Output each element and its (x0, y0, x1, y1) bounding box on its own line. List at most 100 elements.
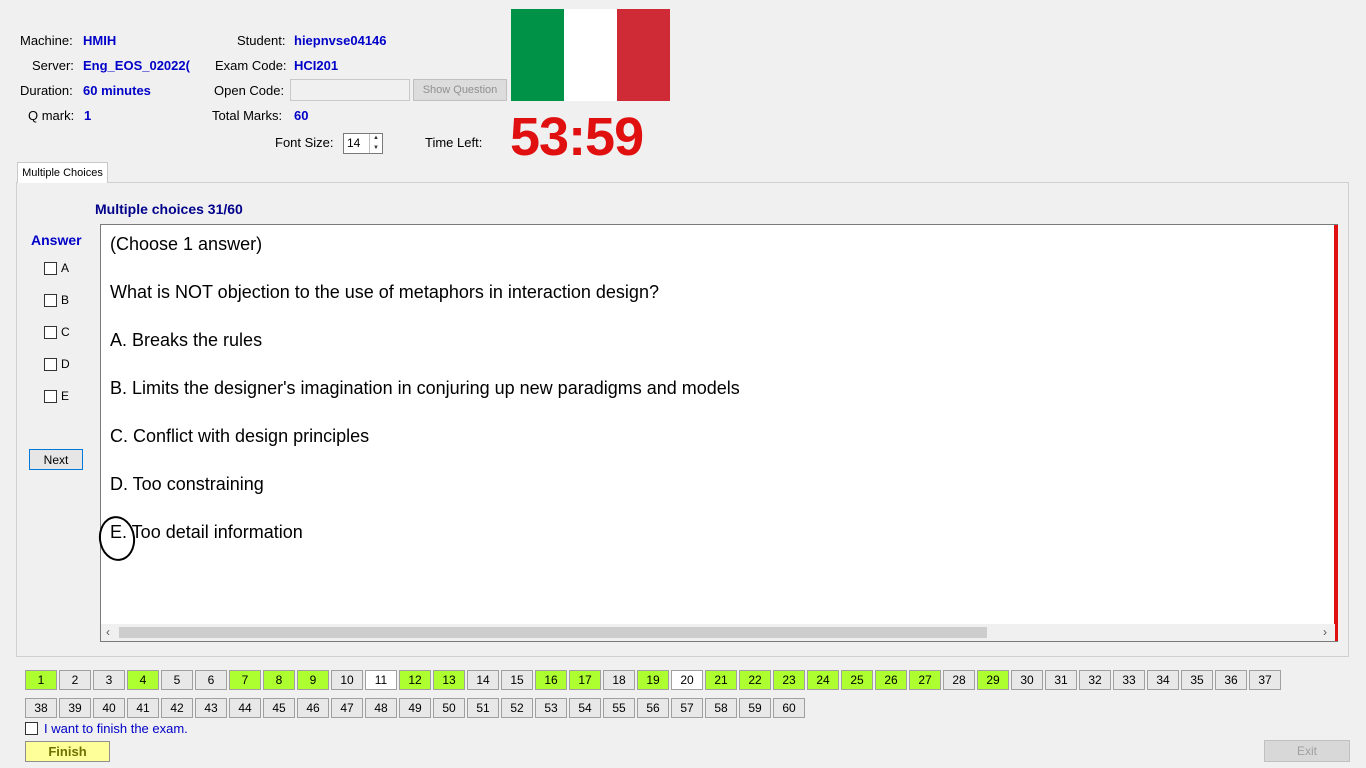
question-nav-button[interactable]: 41 (127, 698, 159, 718)
question-nav-button[interactable]: 27 (909, 670, 941, 690)
question-nav-button[interactable]: 35 (1181, 670, 1213, 690)
question-nav-button[interactable]: 28 (943, 670, 975, 690)
horizontal-scrollbar[interactable]: ‹ › (101, 624, 1335, 641)
question-nav-button[interactable]: 39 (59, 698, 91, 718)
question-nav-button[interactable]: 9 (297, 670, 329, 690)
answer-checkbox[interactable] (44, 293, 57, 307)
question-nav-button[interactable]: 4 (127, 670, 159, 690)
question-nav-button[interactable]: 22 (739, 670, 771, 690)
question-nav-button[interactable]: 14 (467, 670, 499, 690)
question-nav-button[interactable]: 13 (433, 670, 465, 690)
question-nav-button[interactable]: 20 (671, 670, 703, 690)
student-value: hiepnvse04146 (294, 33, 387, 48)
question-nav-button[interactable]: 18 (603, 670, 635, 690)
question-nav-button[interactable]: 58 (705, 698, 737, 718)
finish-confirm[interactable]: I want to finish the exam. (25, 721, 188, 736)
answer-choice-b[interactable]: B (44, 293, 69, 307)
question-nav-button[interactable]: 7 (229, 670, 261, 690)
question-nav-button[interactable]: 57 (671, 698, 703, 718)
option-e: E. Too detail information (110, 522, 303, 542)
question-nav-button[interactable]: 59 (739, 698, 771, 718)
question-nav-button[interactable]: 40 (93, 698, 125, 718)
question-nav-button[interactable]: 6 (195, 670, 227, 690)
question-nav-button[interactable]: 33 (1113, 670, 1145, 690)
question-nav-button[interactable]: 2 (59, 670, 91, 690)
qmark-label: Q mark: (28, 108, 75, 123)
question-nav-button[interactable]: 38 (25, 698, 57, 718)
question-nav-button[interactable]: 46 (297, 698, 329, 718)
question-nav-button[interactable]: 11 (365, 670, 397, 690)
scroll-left-icon[interactable]: ‹ (106, 625, 110, 639)
total-marks-label: Total Marks: (212, 108, 283, 123)
question-nav-button[interactable]: 32 (1079, 670, 1111, 690)
question-nav-button[interactable]: 5 (161, 670, 193, 690)
open-code-input[interactable] (290, 79, 410, 101)
question-nav-button[interactable]: 10 (331, 670, 363, 690)
question-nav-button[interactable]: 47 (331, 698, 363, 718)
duration-value: 60 minutes (83, 83, 151, 98)
question-nav-button[interactable]: 34 (1147, 670, 1179, 690)
font-size-label: Font Size: (275, 135, 334, 150)
question-nav-button[interactable]: 16 (535, 670, 567, 690)
exam-code-value: HCI201 (294, 58, 339, 73)
question-nav-button[interactable]: 56 (637, 698, 669, 718)
scroll-right-icon[interactable]: › (1323, 625, 1327, 639)
question-nav-button[interactable]: 26 (875, 670, 907, 690)
answer-checkbox[interactable] (44, 325, 57, 339)
stepper-down-icon[interactable]: ▼ (370, 144, 382, 154)
question-nav-button[interactable]: 42 (161, 698, 193, 718)
stepper-up-icon[interactable]: ▲ (370, 134, 382, 144)
finish-confirm-checkbox[interactable] (25, 722, 38, 735)
question-nav-button[interactable]: 36 (1215, 670, 1247, 690)
question-nav-button[interactable]: 15 (501, 670, 533, 690)
question-nav-button[interactable]: 24 (807, 670, 839, 690)
question-nav-button[interactable]: 52 (501, 698, 533, 718)
question-counter: Multiple choices 31/60 (95, 201, 243, 217)
answer-choice-label: B (61, 293, 70, 307)
question-nav-button[interactable]: 54 (569, 698, 601, 718)
question-nav-button[interactable]: 51 (467, 698, 499, 718)
flag-stripe-red (617, 9, 670, 101)
question-nav-button[interactable]: 37 (1249, 670, 1281, 690)
question-nav-button[interactable]: 44 (229, 698, 261, 718)
question-nav-button[interactable]: 53 (535, 698, 567, 718)
question-nav-button[interactable]: 25 (841, 670, 873, 690)
font-size-stepper[interactable]: 14 ▲ ▼ (343, 133, 383, 154)
answer-title: Answer (31, 232, 82, 248)
question-nav-button[interactable]: 12 (399, 670, 431, 690)
answer-choice-d[interactable]: D (44, 357, 70, 371)
question-nav-button[interactable]: 60 (773, 698, 805, 718)
font-size-value[interactable]: 14 (344, 134, 369, 153)
answer-checkbox[interactable] (44, 389, 57, 403)
question-text-area[interactable]: (Choose 1 answer) What is NOT objection … (100, 224, 1338, 642)
question-nav-button[interactable]: 29 (977, 670, 1009, 690)
answer-checkbox[interactable] (44, 261, 57, 275)
question-nav-button[interactable]: 31 (1045, 670, 1077, 690)
question-nav-button[interactable]: 43 (195, 698, 227, 718)
question-nav-button[interactable]: 49 (399, 698, 431, 718)
question-nav-button[interactable]: 19 (637, 670, 669, 690)
question-nav-button[interactable]: 8 (263, 670, 295, 690)
question-nav-button[interactable]: 55 (603, 698, 635, 718)
finish-button[interactable]: Finish (25, 741, 110, 762)
exit-button[interactable]: Exit (1264, 740, 1350, 762)
question-nav-button[interactable]: 50 (433, 698, 465, 718)
question-nav-button[interactable]: 21 (705, 670, 737, 690)
answer-choice-a[interactable]: A (44, 261, 69, 275)
question-nav-button[interactable]: 30 (1011, 670, 1043, 690)
question-nav-button[interactable]: 17 (569, 670, 601, 690)
tab-multiple-choices[interactable]: Multiple Choices (17, 162, 108, 183)
answer-choice-e[interactable]: E (44, 389, 69, 403)
question-nav-button[interactable]: 45 (263, 698, 295, 718)
italy-flag (511, 9, 670, 101)
question-nav-button[interactable]: 3 (93, 670, 125, 690)
next-button[interactable]: Next (29, 449, 83, 470)
scrollbar-thumb[interactable] (119, 627, 987, 638)
question-nav-button[interactable]: 48 (365, 698, 397, 718)
answer-choice-c[interactable]: C (44, 325, 70, 339)
answer-checkbox[interactable] (44, 357, 57, 371)
show-question-button[interactable]: Show Question (413, 79, 507, 101)
question-nav-button[interactable]: 1 (25, 670, 57, 690)
question-nav-button[interactable]: 23 (773, 670, 805, 690)
machine-value: HMIH (83, 33, 117, 48)
